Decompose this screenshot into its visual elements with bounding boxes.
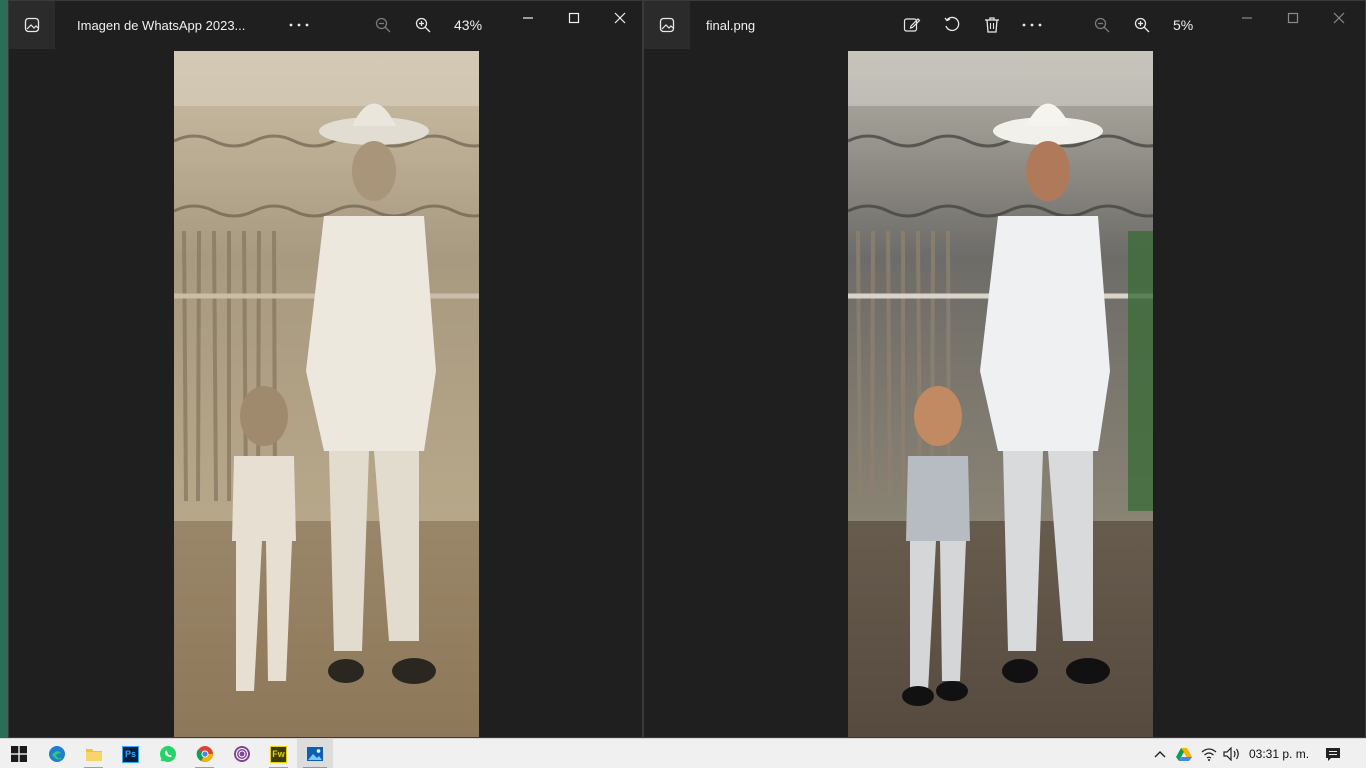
photoshop-icon[interactable]: Ps bbox=[112, 739, 149, 768]
chrome-icon[interactable] bbox=[186, 739, 223, 768]
edit-icon[interactable] bbox=[892, 1, 932, 49]
zoom-in-icon[interactable] bbox=[1122, 1, 1162, 49]
taskbar-clock[interactable]: 03:31 p. m. bbox=[1249, 747, 1309, 761]
more-icon[interactable] bbox=[279, 1, 319, 49]
windows-start-icon[interactable] bbox=[0, 739, 37, 768]
delete-icon[interactable] bbox=[972, 1, 1012, 49]
zoom-out-icon[interactable] bbox=[363, 1, 403, 49]
photos-app-icon bbox=[9, 1, 55, 49]
chevron-up-icon[interactable] bbox=[1150, 739, 1170, 768]
fireworks-icon[interactable]: Fw bbox=[260, 739, 297, 768]
file-explorer-icon[interactable] bbox=[75, 739, 112, 768]
volume-icon[interactable] bbox=[1221, 739, 1243, 768]
close-icon[interactable] bbox=[1316, 1, 1362, 35]
photos-app-icon bbox=[644, 1, 690, 49]
minimize-icon[interactable] bbox=[1224, 1, 1270, 35]
zoom-level[interactable]: 43% bbox=[454, 17, 482, 33]
taskbar: Ps Fw 03:31 p. m. bbox=[0, 738, 1366, 768]
desktop: Imagen de WhatsApp 2023... 43% final.png… bbox=[0, 0, 1366, 768]
tor-browser-icon[interactable] bbox=[223, 739, 260, 768]
zoom-level[interactable]: 5% bbox=[1173, 17, 1193, 33]
rotate-icon[interactable] bbox=[932, 1, 972, 49]
maximize-icon[interactable] bbox=[551, 1, 597, 35]
window-title: final.png bbox=[706, 17, 756, 33]
google-drive-icon[interactable] bbox=[1174, 739, 1194, 768]
zoom-out-icon[interactable] bbox=[1082, 1, 1122, 49]
whatsapp-icon[interactable] bbox=[149, 739, 186, 768]
wifi-icon[interactable] bbox=[1198, 739, 1220, 768]
photos-window-original[interactable]: Imagen de WhatsApp 2023... 43% bbox=[8, 0, 643, 738]
window-title: Imagen de WhatsApp 2023... bbox=[77, 17, 246, 33]
minimize-icon[interactable] bbox=[505, 1, 551, 35]
zoom-in-icon[interactable] bbox=[403, 1, 443, 49]
photos-icon[interactable] bbox=[297, 739, 333, 768]
maximize-icon[interactable] bbox=[1270, 1, 1316, 35]
more-icon[interactable] bbox=[1012, 1, 1052, 49]
colorized-photo[interactable] bbox=[848, 51, 1153, 737]
close-icon[interactable] bbox=[597, 1, 642, 35]
edge-icon[interactable] bbox=[38, 739, 75, 768]
notifications-icon[interactable] bbox=[1318, 739, 1348, 768]
photos-window-final[interactable]: final.png 5% bbox=[643, 0, 1366, 738]
original-photo[interactable] bbox=[174, 51, 479, 737]
